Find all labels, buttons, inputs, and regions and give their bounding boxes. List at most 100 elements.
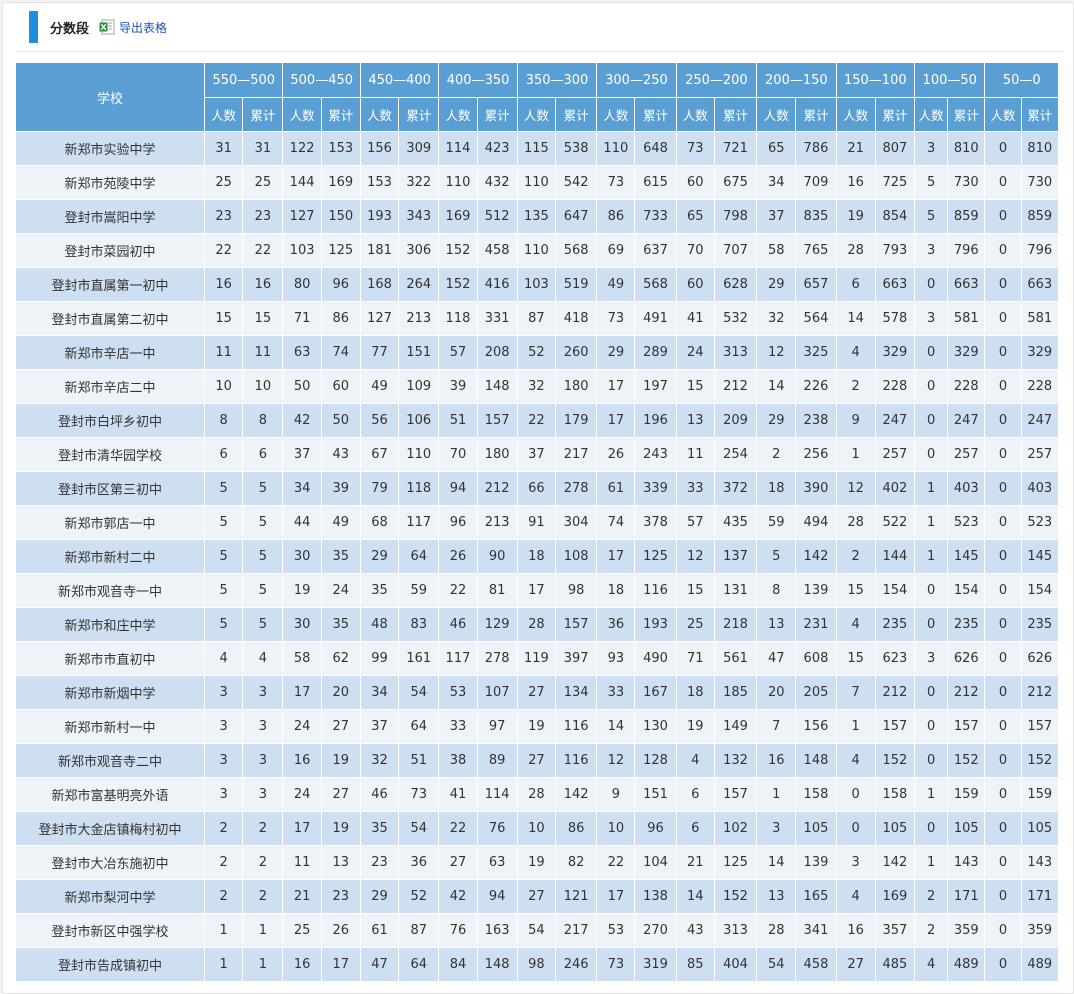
count-cell: 34 [282,471,322,506]
count-cell: 17 [596,539,636,574]
count-cell: 25 [204,165,244,200]
count-cell: 98 [516,947,557,982]
count-cell: 12 [756,335,797,370]
cumulative-cell: 485 [874,947,916,982]
cumulative-cell: 169 [874,879,916,914]
cumulative-cell: 107 [476,675,518,710]
count-cell: 3 [835,845,876,880]
count-cell: 0 [835,777,876,812]
count-cell: 20 [756,675,797,710]
cumulative-cell: 159 [1020,777,1060,812]
excel-file-icon[interactable] [99,19,115,35]
cumulative-cell: 359 [1020,913,1060,948]
cumulative-cell: 116 [634,573,677,608]
count-cell: 39 [438,369,478,404]
cumulative-cell: 35 [320,539,361,574]
count-cell: 119 [516,641,557,676]
count-cell: 23 [204,199,244,234]
count-cell: 15 [835,641,876,676]
cumulative-cell: 278 [476,641,518,676]
count-cell: 5 [204,607,244,642]
cumulative-cell: 807 [874,131,916,166]
count-cell: 15 [204,301,244,336]
cumulative-cell: 96 [320,267,361,302]
count-cell: 0 [914,437,949,472]
table-row: 新郑市观音寺一中 5 5 19 24 35 59 22 81 17 98 18 116 15 131 8 139… [14,573,1060,608]
count-cell: 56 [359,403,400,438]
section-title: 分数段 [50,21,90,37]
count-cell: 1 [914,471,949,506]
cumulative-cell: 102 [713,811,758,846]
count-cell: 18 [756,471,797,506]
cumulative-cell: 733 [634,199,677,234]
cumulative-cell: 212 [874,675,916,710]
school-name-cell: 新郑市苑陵中学 [14,165,206,200]
count-cell: 28 [516,607,557,642]
count-cell: 16 [835,165,876,200]
count-cell: 10 [516,811,557,846]
cumulative-cell: 196 [634,403,677,438]
count-cell: 28 [756,913,797,948]
cumulative-cell: 105 [795,811,837,846]
count-cell: 73 [596,165,636,200]
count-cell: 7 [835,675,876,710]
cumulative-cell: 131 [713,573,758,608]
count-cell: 21 [282,879,322,914]
cumulative-cell: 568 [634,267,677,302]
count-cell: 0 [984,267,1022,302]
cumulative-cell: 13 [320,845,361,880]
cumulative-cell: 798 [713,199,758,234]
cumulative-subheader: 累计 [795,97,837,132]
count-cell: 4 [675,743,715,778]
cumulative-cell: 157 [554,607,598,642]
count-cell: 46 [438,607,478,642]
table-row: 登封市嵩阳中学 23 23 127 150 193 343 169 512 135 647 86 733… [14,199,1060,234]
cumulative-cell: 581 [947,301,986,336]
school-name-cell: 登封市大冶东施初中 [14,845,206,880]
count-cell: 110 [516,233,557,268]
cumulative-cell: 36 [398,845,440,880]
count-cell: 169 [438,199,478,234]
count-cell: 36 [596,607,636,642]
count-cell: 37 [359,709,400,744]
cumulative-cell: 39 [320,471,361,506]
cumulative-cell: 329 [947,335,986,370]
count-cell: 168 [359,267,400,302]
cumulative-cell: 615 [634,165,677,200]
cumulative-cell: 153 [320,131,361,166]
count-cell: 67 [359,437,400,472]
cumulative-cell: 142 [795,539,837,574]
cumulative-cell: 156 [795,709,837,744]
count-cell: 19 [282,573,322,608]
count-cell: 87 [516,301,557,336]
cumulative-cell: 213 [398,301,440,336]
count-cell: 9 [835,403,876,438]
count-cell: 117 [438,641,478,676]
cumulative-cell: 167 [634,675,677,710]
count-cell: 31 [204,131,244,166]
cumulative-cell: 152 [1020,743,1060,778]
cumulative-cell: 264 [398,267,440,302]
cumulative-subheader: 累计 [713,97,758,132]
cumulative-cell: 185 [713,675,758,710]
count-subheader: 人数 [984,97,1022,132]
export-table-link[interactable]: 导出表格 [119,19,167,36]
count-cell: 3 [204,675,244,710]
cumulative-cell: 404 [713,947,758,982]
cumulative-cell: 519 [554,267,598,302]
cumulative-cell: 5 [242,573,284,608]
cumulative-cell: 260 [554,335,598,370]
cumulative-cell: 306 [398,233,440,268]
cumulative-cell: 304 [554,505,598,540]
cumulative-cell: 105 [1020,811,1060,846]
cumulative-cell: 2 [242,879,284,914]
cumulative-cell: 647 [554,199,598,234]
table-row: 新郑市苑陵中学 25 25 144 169 153 322 110 432 110 542 73 615… [14,165,1060,200]
cumulative-cell: 142 [874,845,916,880]
cumulative-cell: 663 [1020,267,1060,302]
count-cell: 0 [984,403,1022,438]
cumulative-cell: 329 [1020,335,1060,370]
count-cell: 0 [984,301,1022,336]
count-cell: 68 [359,505,400,540]
count-cell: 19 [516,709,557,744]
